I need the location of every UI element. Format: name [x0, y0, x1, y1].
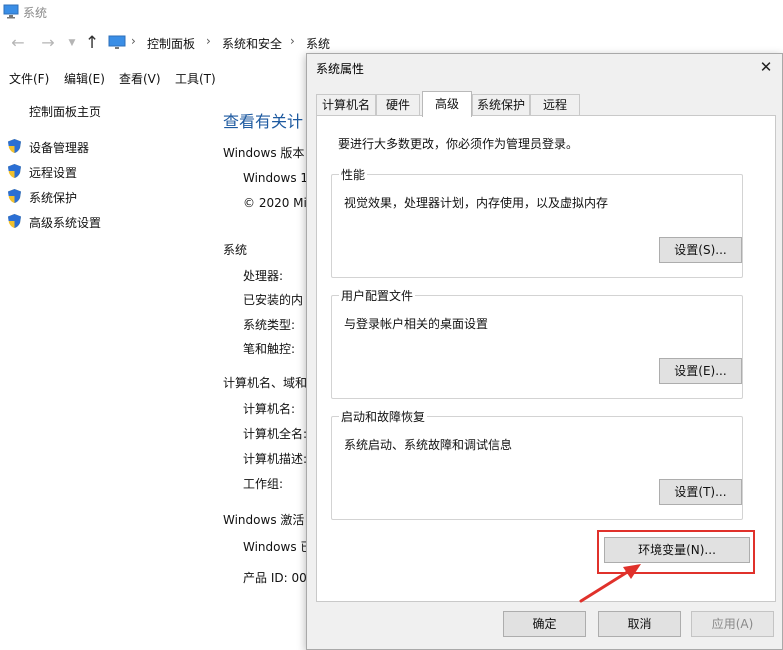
info-row: 计算机全名:	[243, 427, 307, 441]
breadcrumb-system[interactable]: 系统	[306, 35, 330, 52]
info-row: 已安装的内	[243, 293, 304, 307]
sidebar-item-device-manager[interactable]: 设备管理器	[7, 137, 89, 157]
group-description: 系统启动、系统故障和调试信息	[344, 438, 513, 452]
sidebar-item-label: 远程设置	[29, 165, 78, 180]
group-title: 启动和故障恢复	[339, 408, 428, 425]
sidebar-item-system-protection[interactable]: 系统保护	[7, 187, 77, 207]
chevron-down-icon[interactable]: ▼	[63, 33, 81, 53]
admin-note: 要进行大多数更改，你必须作为管理员登录。	[338, 137, 579, 151]
group-title: 用户配置文件	[339, 287, 416, 304]
info-row: 系统类型:	[243, 318, 296, 332]
section-label-windows-edition: Windows 版本	[223, 146, 305, 160]
forward-arrow-icon[interactable]: →	[39, 33, 57, 53]
startup-recovery-settings-button[interactable]: 设置(T)...	[659, 479, 742, 505]
sidebar-item-remote-settings[interactable]: 远程设置	[7, 162, 77, 182]
info-row: 计算机名:	[243, 402, 296, 416]
apply-button[interactable]: 应用(A)	[691, 611, 774, 637]
tab-remote[interactable]: 远程	[530, 94, 580, 116]
sidebar-home-link[interactable]: 控制面板主页	[29, 103, 101, 120]
menu-tools[interactable]: 工具(T)	[175, 70, 216, 87]
section-label-activation: Windows 激活	[223, 513, 305, 527]
info-row: Windows 1	[243, 171, 307, 185]
tab-advanced[interactable]: 高级	[422, 91, 472, 117]
info-row: © 2020 Mi	[243, 196, 307, 210]
info-row: 产品 ID: 00	[243, 571, 307, 585]
startup-recovery-group: 启动和故障恢复 系统启动、系统故障和调试信息 设置(T)...	[331, 408, 743, 520]
shield-icon	[7, 163, 22, 182]
control-panel-icon	[108, 35, 126, 53]
info-row: 计算机描述:	[243, 452, 307, 466]
tab-hardware[interactable]: 硬件	[376, 94, 420, 116]
page-title: 查看有关计	[223, 112, 304, 131]
sidebar-item-label: 系统保护	[29, 190, 78, 205]
chevron-right-icon[interactable]: ›	[131, 34, 136, 48]
group-description: 与登录帐户相关的桌面设置	[344, 317, 489, 331]
user-profiles-group: 用户配置文件 与登录帐户相关的桌面设置 设置(E)...	[331, 287, 743, 399]
annotation-arrow-icon	[577, 559, 647, 612]
info-row: Windows 已	[243, 540, 307, 554]
system-properties-dialog: 系统属性 ✕ 计算机名 硬件 高级 系统保护 远程 要进行大多数更改，你必须作为…	[306, 53, 783, 650]
info-row: 工作组:	[243, 477, 284, 491]
tab-system-protection[interactable]: 系统保护	[472, 94, 530, 116]
shield-icon	[7, 213, 22, 232]
group-title: 性能	[339, 166, 368, 183]
up-arrow-icon[interactable]: ↑	[83, 33, 101, 53]
tab-computer-name[interactable]: 计算机名	[316, 94, 376, 116]
ok-button[interactable]: 确定	[503, 611, 586, 637]
breadcrumb-control-panel[interactable]: 控制面板	[147, 35, 195, 52]
section-label-system: 系统	[223, 243, 248, 257]
monitor-icon	[3, 4, 19, 22]
window-titlebar: 系统	[0, 0, 783, 26]
shield-icon	[7, 188, 22, 207]
close-icon[interactable]: ✕	[756, 57, 776, 77]
sidebar-item-label: 高级系统设置	[29, 215, 102, 230]
user-profiles-settings-button[interactable]: 设置(E)...	[659, 358, 742, 384]
back-arrow-icon[interactable]: ←	[9, 33, 27, 53]
window-title: 系统	[23, 6, 48, 20]
menu-edit[interactable]: 编辑(E)	[64, 70, 105, 87]
section-label-computer-name: 计算机名、域和	[223, 376, 307, 390]
sidebar-item-advanced-settings[interactable]: 高级系统设置	[7, 212, 101, 232]
dialog-title: 系统属性	[316, 62, 365, 76]
breadcrumb-system-security[interactable]: 系统和安全	[222, 35, 282, 52]
advanced-tab-panel: 要进行大多数更改，你必须作为管理员登录。 性能 视觉效果，处理器计划，内存使用，…	[316, 115, 776, 602]
performance-settings-button[interactable]: 设置(S)...	[659, 237, 742, 263]
performance-group: 性能 视觉效果，处理器计划，内存使用，以及虚拟内存 设置(S)...	[331, 166, 743, 278]
info-row: 笔和触控:	[243, 342, 296, 356]
menu-view[interactable]: 查看(V)	[119, 70, 161, 87]
menu-file[interactable]: 文件(F)	[9, 70, 49, 87]
group-description: 视觉效果，处理器计划，内存使用，以及虚拟内存	[344, 196, 609, 210]
chevron-right-icon[interactable]: ›	[290, 34, 295, 48]
shield-icon	[7, 138, 22, 157]
tab-strip: 计算机名 硬件 高级 系统保护 远程	[316, 91, 776, 117]
info-row: 处理器:	[243, 269, 284, 283]
cancel-button[interactable]: 取消	[598, 611, 681, 637]
sidebar-item-label: 设备管理器	[29, 140, 90, 155]
chevron-right-icon[interactable]: ›	[206, 34, 211, 48]
